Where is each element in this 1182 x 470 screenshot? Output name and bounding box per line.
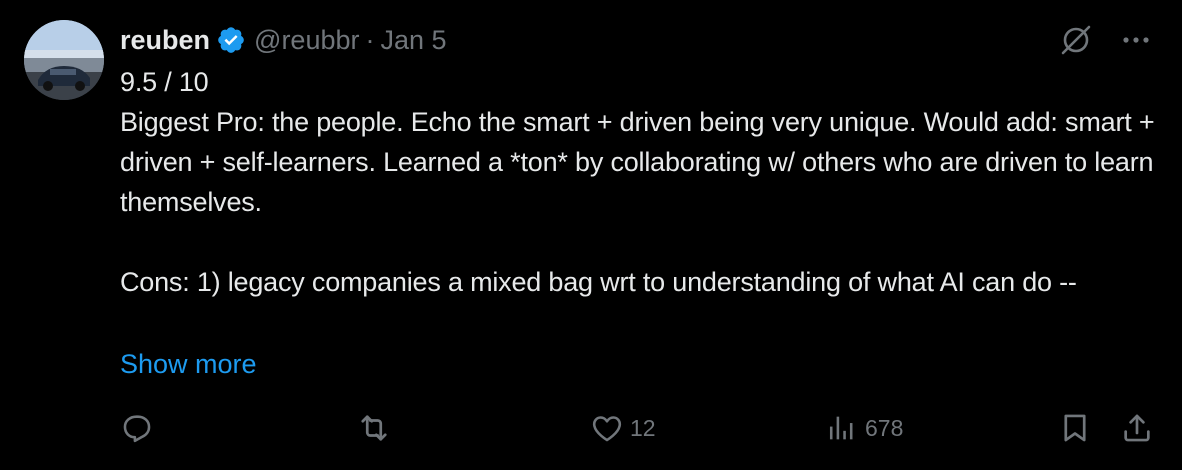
reply-button[interactable]: [120, 406, 160, 450]
avatar[interactable]: [24, 20, 104, 100]
views-button[interactable]: 678: [825, 406, 903, 450]
repost-button[interactable]: [356, 406, 398, 450]
verified-badge-icon: [216, 25, 246, 55]
tweet-header: reuben @reubbr · Jan 5: [120, 22, 447, 58]
author-handle[interactable]: @reubbr: [254, 25, 359, 56]
bookmark-icon: [1058, 411, 1092, 445]
share-button[interactable]: [1120, 406, 1154, 450]
grok-icon[interactable]: [1058, 22, 1094, 58]
show-more-link[interactable]: Show more: [120, 344, 257, 384]
views-icon: [825, 411, 859, 445]
tweet[interactable]: reuben @reubbr · Jan 5 9.5 / 10 Biggest: [0, 0, 1182, 470]
post-date[interactable]: Jan 5: [381, 25, 447, 56]
more-horizontal-icon[interactable]: [1118, 22, 1154, 58]
repost-icon: [356, 410, 392, 446]
avatar-image: [24, 20, 104, 100]
action-bar: 12 678: [120, 406, 1162, 450]
top-right-actions: [1058, 22, 1154, 58]
views-count: 678: [865, 414, 904, 441]
like-count: 12: [630, 414, 656, 441]
reply-icon: [120, 411, 154, 445]
author-name[interactable]: reuben: [120, 25, 210, 56]
heart-icon: [590, 411, 624, 445]
post-text: 9.5 / 10 Biggest Pro: the people. Echo t…: [120, 67, 1155, 297]
share-icon: [1120, 411, 1154, 445]
bookmark-button[interactable]: [1058, 406, 1092, 450]
like-button[interactable]: 12: [590, 406, 656, 450]
separator: ·: [365, 24, 375, 55]
